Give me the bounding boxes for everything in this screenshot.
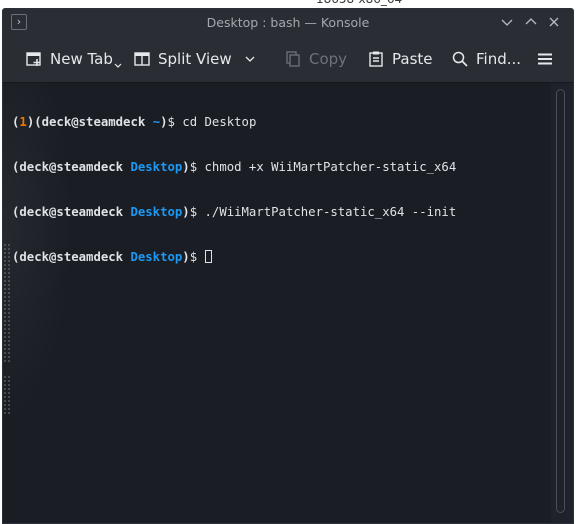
new-tab-label: New Tab	[50, 50, 113, 68]
prompt-path: Desktop	[130, 160, 183, 174]
find-button[interactable]: Find...	[451, 47, 521, 71]
background-dot-pattern	[3, 243, 11, 363]
copy-button[interactable]: Copy	[284, 47, 347, 71]
terminal-command: cd Desktop	[182, 115, 257, 129]
prompt-path: Desktop	[130, 250, 183, 264]
prompt-user-host: deck@steamdeck	[41, 115, 146, 129]
copy-label: Copy	[309, 50, 348, 68]
background-dot-pattern	[3, 375, 11, 415]
split-view-icon	[134, 52, 150, 66]
terminal-command: ./WiiMartPatcher-static_x64 --init	[204, 205, 457, 219]
new-tab-button[interactable]: New Tab	[25, 47, 122, 71]
prompt-user-host: deck@steamdeck	[19, 160, 124, 174]
search-icon	[452, 51, 468, 67]
paste-icon	[369, 51, 383, 67]
maximize-icon[interactable]	[523, 14, 539, 30]
title-bar: › Desktop : bash — Konsole	[3, 9, 573, 37]
prompt-user-host: deck@steamdeck	[19, 205, 124, 219]
hamburger-menu-icon[interactable]	[536, 47, 554, 71]
terminal-line: (deck@steamdeck Desktop)$	[12, 250, 456, 265]
toolbar: New Tab Split View Copy Paste Find...	[3, 37, 573, 83]
exit-code: 1	[19, 115, 27, 129]
paste-button[interactable]: Paste	[367, 47, 433, 71]
terminal-line: (1)(deck@steamdeck ~)$ cd Desktop	[12, 115, 257, 129]
dropdown-arrow-icon	[114, 63, 122, 68]
split-view-label: Split View	[158, 50, 232, 68]
terminal-output[interactable]: (1)(deck@steamdeck ~)$ cd Desktop (deck@…	[3, 83, 551, 523]
terminal-line: (deck@steamdeck Desktop)$ chmod +x WiiMa…	[12, 160, 457, 174]
scrollbar[interactable]	[551, 83, 573, 523]
terminal-command: chmod +x WiiMartPatcher-static_x64	[204, 160, 457, 174]
prompt-user-host: deck@steamdeck	[19, 250, 124, 264]
find-label: Find...	[476, 50, 522, 68]
split-view-button[interactable]: Split View	[133, 47, 256, 71]
close-icon[interactable]	[546, 14, 562, 30]
desktop-background: 18658-x86_64	[0, 0, 576, 8]
terminal-cursor	[204, 250, 212, 263]
prompt-path: Desktop	[130, 205, 183, 219]
prompt-path: ~	[152, 115, 161, 129]
background-window-text: 18658-x86_64	[316, 0, 402, 6]
new-tab-icon	[26, 52, 41, 66]
konsole-window: › Desktop : bash — Konsole New Tab Split…	[2, 8, 574, 524]
scrollbar-track[interactable]	[556, 89, 565, 513]
minimize-icon[interactable]	[499, 14, 515, 30]
window-title: Desktop : bash — Konsole	[206, 15, 370, 30]
terminal-line: (deck@steamdeck Desktop)$ ./WiiMartPatch…	[12, 205, 457, 219]
copy-icon	[286, 51, 300, 67]
chevron-down-icon	[245, 56, 255, 62]
paste-label: Paste	[392, 50, 433, 68]
